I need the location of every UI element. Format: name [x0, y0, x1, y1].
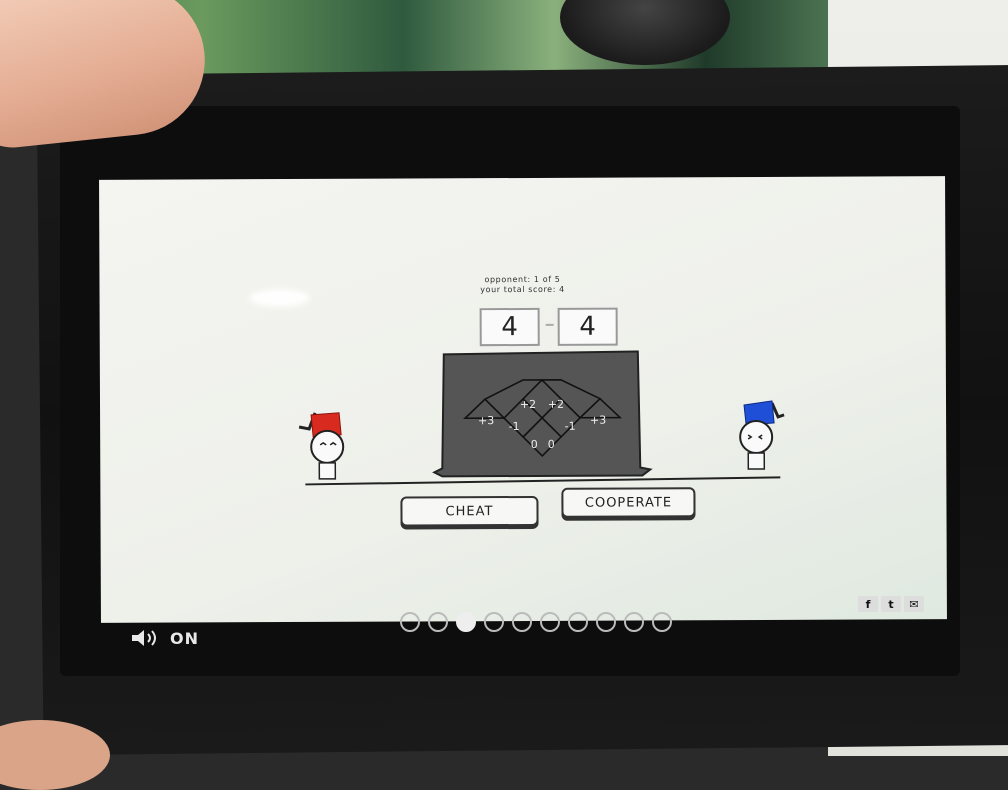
twitter-icon[interactable]: t	[881, 596, 901, 612]
page-dot[interactable]	[400, 612, 420, 632]
page-dot[interactable]	[512, 612, 532, 632]
speaker-icon	[132, 630, 156, 646]
email-icon[interactable]: ✉	[904, 596, 924, 612]
player-character	[298, 412, 345, 480]
page-dot-active[interactable]	[456, 612, 476, 632]
score-separator	[545, 323, 554, 326]
cooperate-button[interactable]: COOPERATE	[561, 487, 696, 518]
opponent-character	[739, 400, 785, 470]
cheat-button[interactable]: CHEAT	[400, 495, 539, 527]
payoff-cell: -1	[509, 420, 520, 433]
page-dot[interactable]	[484, 612, 504, 632]
player-score-box: 4	[479, 307, 540, 347]
slide-pagination	[400, 612, 672, 632]
page-dot[interactable]	[624, 612, 644, 632]
payoff-cell: 0	[548, 438, 555, 451]
payoff-cell: 0	[531, 438, 538, 451]
opponent-score-box: 4	[557, 307, 618, 346]
payoff-cell: +2	[548, 398, 564, 411]
page-dot[interactable]	[568, 612, 588, 632]
payoff-cell: +2	[520, 398, 536, 411]
page-dot[interactable]	[428, 612, 448, 632]
payoff-cell: -1	[565, 420, 576, 433]
page-dot[interactable]	[540, 612, 560, 632]
game-screen: opponent: 1 of 5 your total score: 4 4 4…	[99, 176, 947, 623]
payoff-board: +2 +2 +3 -1 -1 +3 0 0	[432, 350, 653, 478]
facebook-icon[interactable]: f	[858, 596, 878, 612]
page-dot[interactable]	[652, 612, 672, 632]
page-dot[interactable]	[596, 612, 616, 632]
sound-label: ON	[170, 628, 199, 648]
payoff-cell: +3	[590, 414, 606, 427]
sound-toggle[interactable]: ON	[130, 628, 199, 648]
payoff-cell: +3	[478, 414, 494, 427]
share-links: f t ✉	[858, 596, 924, 612]
